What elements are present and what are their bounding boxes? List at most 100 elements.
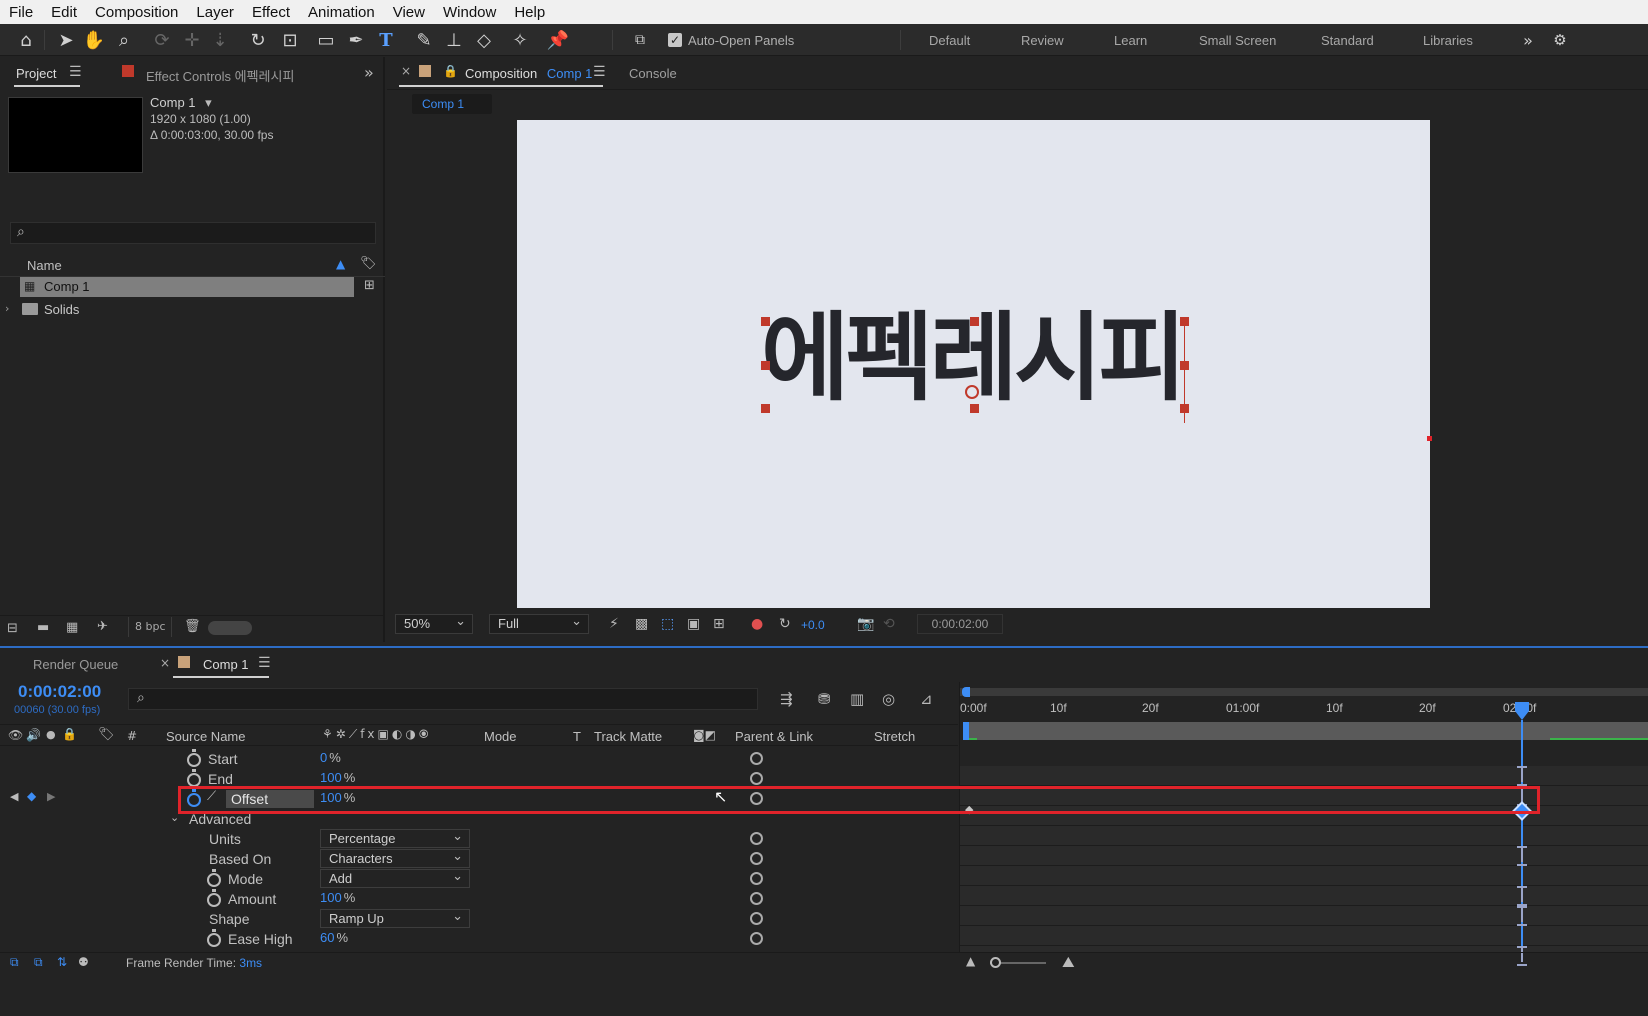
time-navigator[interactable]	[960, 688, 1648, 696]
chevron-down-icon[interactable]: ▾	[205, 95, 212, 110]
navigator-start-handle[interactable]	[962, 687, 970, 697]
workspace-small-screen[interactable]: Small Screen	[1199, 33, 1276, 48]
parent-link-header[interactable]: Parent & Link	[735, 729, 813, 744]
flowchart-icon[interactable]: ⊞	[364, 278, 375, 293]
transform-handle[interactable]	[761, 404, 770, 413]
snapshot-camera-icon[interactable]: 📷	[857, 616, 874, 632]
stopwatch-icon[interactable]	[187, 749, 201, 767]
pan-camera-icon[interactable]: ✛	[180, 28, 204, 52]
pickwhip-icon[interactable]	[750, 752, 763, 765]
add-keyframe-icon[interactable]: ◆	[27, 789, 36, 803]
based-on-dropdown[interactable]: Characters	[320, 847, 470, 868]
work-area-start-handle[interactable]	[963, 722, 969, 740]
sort-ascending-icon[interactable]: ▲	[336, 257, 345, 271]
close-icon[interactable]: ×	[160, 656, 170, 670]
pen-tool-icon[interactable]: ✒	[344, 28, 368, 52]
mask-visibility-icon[interactable]: ⬚	[661, 616, 674, 632]
units-dropdown[interactable]: Percentage	[320, 827, 470, 848]
pickwhip-icon[interactable]	[750, 932, 763, 945]
previous-keyframe-icon[interactable]: ◀	[10, 790, 18, 803]
menu-view[interactable]: View	[384, 4, 434, 21]
lock-icon[interactable]: 🔒	[62, 727, 77, 741]
work-area-bar[interactable]	[963, 722, 1648, 740]
more-workspaces-icon[interactable]: »	[1516, 28, 1540, 52]
pan-behind-icon[interactable]: ⊡	[278, 28, 302, 52]
new-folder-icon[interactable]: ▬	[37, 620, 49, 635]
reset-exposure-icon[interactable]: ↻	[779, 616, 791, 632]
list-item[interactable]: ▦ Comp 1	[20, 277, 354, 297]
mode-header[interactable]: Mode	[484, 729, 517, 744]
eye-icon[interactable]: 👁	[8, 728, 23, 742]
mode-dropdown[interactable]: Add	[320, 867, 470, 888]
transform-handle[interactable]	[761, 361, 770, 370]
menu-file[interactable]: File	[0, 4, 42, 21]
panel-menu-icon[interactable]: ☰	[593, 64, 606, 80]
motion-blur-icon[interactable]: ◎	[882, 690, 895, 708]
current-time-display[interactable]: 0:00:02:00	[18, 682, 101, 702]
graph-editor-icon[interactable]: ⊿	[920, 690, 933, 708]
interpret-footage-icon[interactable]: ⊟	[7, 621, 18, 636]
workspace-standard[interactable]: Standard	[1321, 33, 1374, 48]
tab-console[interactable]: Console	[629, 66, 677, 81]
magnification-dropdown[interactable]: 50%	[395, 612, 473, 634]
zoom-tool-icon[interactable]: ⌕	[112, 28, 136, 52]
tab-render-queue[interactable]: Render Queue	[33, 657, 118, 672]
viewer-timecode[interactable]: 0:00:02:00	[917, 614, 1003, 634]
tab-timeline-comp[interactable]: Comp 1	[203, 657, 249, 672]
region-of-interest-icon[interactable]: ▣	[687, 616, 700, 632]
layer-switches-icons[interactable]: ⚘✲⟋fx▣◐◑⦿	[322, 727, 431, 742]
modes-toggle-icon[interactable]: ⧉	[34, 955, 43, 970]
puppet-pin-icon[interactable]: 📌	[546, 28, 570, 52]
type-tool-icon[interactable]: T	[374, 28, 398, 52]
name-column-header[interactable]: Name	[27, 258, 62, 273]
menu-edit[interactable]: Edit	[42, 4, 86, 21]
property-ease-high-value[interactable]: 60%	[320, 930, 348, 945]
comp-viewer[interactable]: 에펙레시피	[387, 119, 1648, 609]
zoom-in-icon[interactable]: ⛰	[1062, 953, 1075, 971]
workspace-learn[interactable]: Learn	[1114, 33, 1147, 48]
rotate-tool-icon[interactable]: ↻	[246, 28, 270, 52]
dolly-camera-icon[interactable]: ⇣	[208, 28, 232, 52]
frame-blending-icon[interactable]: ▥	[850, 690, 864, 708]
pickwhip-icon[interactable]	[750, 912, 763, 925]
pickwhip-icon[interactable]	[750, 852, 763, 865]
stopwatch-icon[interactable]	[207, 869, 221, 887]
next-keyframe-icon[interactable]: ▶	[47, 790, 55, 803]
panel-menu-icon[interactable]: ☰	[258, 655, 271, 671]
new-composition-icon[interactable]: ▦	[66, 620, 78, 635]
label-tag-icon[interactable]: 🏷	[98, 727, 115, 742]
workspace-default[interactable]: Default	[929, 33, 970, 48]
tab-composition[interactable]: Composition Comp 1	[465, 66, 592, 81]
shape-dropdown[interactable]: Ramp Up	[320, 907, 470, 928]
orbit-camera-icon[interactable]: ⟳	[150, 28, 174, 52]
grid-guides-icon[interactable]: ⊞	[713, 616, 725, 632]
show-snapshot-icon[interactable]: ⟲	[883, 616, 895, 632]
render-time-toggle-icon[interactable]: ⚉	[78, 955, 89, 969]
menu-layer[interactable]: Layer	[187, 4, 243, 21]
pickwhip-icon[interactable]	[750, 772, 763, 785]
property-start-value[interactable]: 0%	[320, 750, 341, 765]
brush-tool-icon[interactable]: ✎	[412, 28, 436, 52]
source-name-header[interactable]: Source Name	[166, 729, 245, 744]
roto-brush-icon[interactable]: ✧	[508, 28, 532, 52]
pickwhip-icon[interactable]	[750, 872, 763, 885]
trash-icon[interactable]: 🗑	[184, 619, 201, 634]
project-search-input[interactable]: ⌕	[10, 222, 376, 244]
list-item[interactable]: › Solids	[0, 300, 354, 320]
comp-info-name[interactable]: Comp 1 ▾	[150, 95, 212, 111]
zoom-out-icon[interactable]: ▲	[966, 954, 975, 968]
selection-tool-icon[interactable]: ➤	[54, 28, 78, 52]
stopwatch-icon[interactable]	[207, 929, 221, 947]
thumbnail-slider[interactable]	[208, 621, 252, 635]
render-icon[interactable]: ✈	[97, 619, 108, 634]
timeline-search-input[interactable]: ⌕	[128, 688, 758, 710]
bit-depth-button[interactable]: 8 bpc	[128, 617, 172, 637]
search-help-icon[interactable]: ⚙	[1548, 28, 1572, 52]
menu-effect[interactable]: Effect	[243, 4, 299, 21]
workspace-libraries[interactable]: Libraries	[1423, 33, 1473, 48]
menu-composition[interactable]: Composition	[86, 4, 187, 21]
workspace-review[interactable]: Review	[1021, 33, 1064, 48]
close-icon[interactable]: ×	[401, 64, 411, 78]
channel-icon[interactable]: ●	[751, 616, 763, 632]
property-end-value[interactable]: 100%	[320, 770, 355, 785]
